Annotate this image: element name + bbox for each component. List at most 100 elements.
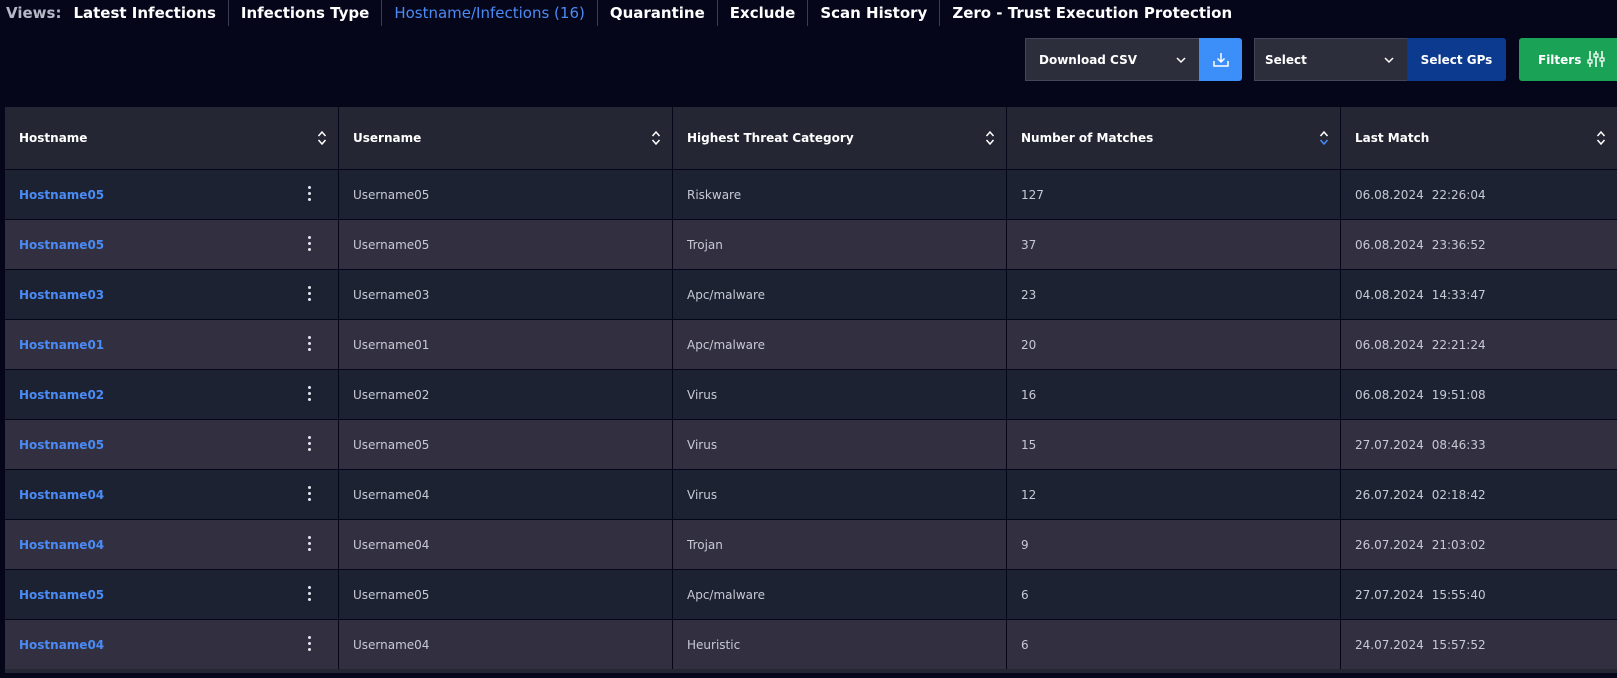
- hostname-link[interactable]: Hostname05: [19, 588, 104, 602]
- last-match-date: 26.07.2024: [1355, 537, 1424, 552]
- column-header-threat-category[interactable]: Highest Threat Category: [673, 107, 1007, 169]
- more-options-icon[interactable]: [308, 186, 312, 204]
- gp-select[interactable]: Select: [1254, 38, 1407, 81]
- download-csv-button[interactable]: [1199, 38, 1242, 81]
- hostname-cell: Hostname02: [5, 370, 339, 419]
- threat-category-text: Trojan: [687, 237, 723, 252]
- table-body: Hostname05 Username05 Riskware 127 06.08…: [5, 169, 1617, 669]
- tab-latest-infections[interactable]: Latest Infections: [73, 0, 227, 26]
- last-match-time: 15:55:40: [1431, 587, 1486, 602]
- column-header-hostname[interactable]: Hostname: [5, 107, 339, 169]
- download-icon: [1212, 52, 1229, 67]
- last-match-time: 02:18:42: [1431, 487, 1486, 502]
- table-footer-border: [5, 669, 1617, 673]
- username-text: Username04: [353, 537, 430, 552]
- table-header: Hostname Username Highest Threat Categor…: [5, 107, 1617, 169]
- column-label: Hostname: [19, 131, 88, 145]
- last-match-cell: 26.07.2024 21:03:02: [1341, 520, 1617, 569]
- hostname-link[interactable]: Hostname04: [19, 638, 104, 652]
- last-match-time: 22:26:04: [1431, 187, 1486, 202]
- username-text: Username04: [353, 637, 430, 652]
- table-row[interactable]: Hostname04 Username04 Trojan 9 26.07.202…: [5, 519, 1617, 569]
- tab-scan-history[interactable]: Scan History: [807, 0, 939, 26]
- tab-infections-type[interactable]: Infections Type: [227, 0, 381, 26]
- more-options-icon[interactable]: [308, 386, 312, 404]
- threat-category-cell: Trojan: [673, 220, 1007, 269]
- matches-cell: 127: [1007, 170, 1341, 219]
- sort-icon: [651, 130, 661, 146]
- more-options-icon[interactable]: [308, 436, 312, 454]
- username-text: Username01: [353, 337, 430, 352]
- username-text: Username05: [353, 187, 430, 202]
- select-gps-button[interactable]: Select GPs: [1407, 38, 1506, 81]
- hostname-link[interactable]: Hostname05: [19, 188, 104, 202]
- table-row[interactable]: Hostname05 Username05 Apc/malware 6 27.0…: [5, 569, 1617, 619]
- hostname-link[interactable]: Hostname01: [19, 338, 104, 352]
- hostname-cell: Hostname05: [5, 170, 339, 219]
- more-options-icon[interactable]: [308, 586, 312, 604]
- threat-category-text: Virus: [687, 437, 718, 452]
- hostname-cell: Hostname05: [5, 570, 339, 619]
- username-cell: Username05: [339, 170, 673, 219]
- threat-category-text: Virus: [687, 387, 718, 402]
- chevron-down-icon: [1384, 57, 1394, 64]
- sort-icon: [985, 130, 995, 146]
- username-cell: Username05: [339, 570, 673, 619]
- table-row[interactable]: Hostname03 Username03 Apc/malware 23 04.…: [5, 269, 1617, 319]
- more-options-icon[interactable]: [308, 236, 312, 254]
- column-label: Number of Matches: [1021, 131, 1154, 145]
- last-match-cell: 06.08.2024 19:51:08: [1341, 370, 1617, 419]
- column-header-number-of-matches[interactable]: Number of Matches: [1007, 107, 1341, 169]
- tab-quarantine[interactable]: Quarantine: [596, 0, 717, 26]
- last-match-date: 27.07.2024: [1355, 587, 1424, 602]
- more-options-icon[interactable]: [308, 536, 312, 554]
- more-options-icon[interactable]: [308, 336, 312, 354]
- matches-cell: 15: [1007, 420, 1341, 469]
- table-row[interactable]: Hostname02 Username02 Virus 16 06.08.202…: [5, 369, 1617, 419]
- last-match-date: 06.08.2024: [1355, 337, 1424, 352]
- table-row[interactable]: Hostname05 Username05 Riskware 127 06.08…: [5, 169, 1617, 219]
- more-options-icon[interactable]: [308, 486, 312, 504]
- hostname-link[interactable]: Hostname04: [19, 538, 104, 552]
- views-label: Views:: [6, 4, 62, 22]
- table-row[interactable]: Hostname01 Username01 Apc/malware 20 06.…: [5, 319, 1617, 369]
- sort-icon: [1596, 130, 1606, 146]
- table-row[interactable]: Hostname04 Username04 Virus 12 26.07.202…: [5, 469, 1617, 519]
- table-row[interactable]: Hostname05 Username05 Virus 15 27.07.202…: [5, 419, 1617, 469]
- threat-category-cell: Riskware: [673, 170, 1007, 219]
- hostname-cell: Hostname01: [5, 320, 339, 369]
- last-match-date: 06.08.2024: [1355, 387, 1424, 402]
- tab-zero-trust[interactable]: Zero - Trust Execution Protection: [939, 0, 1244, 26]
- last-match-date: 24.07.2024: [1355, 637, 1424, 652]
- table-row[interactable]: Hostname05 Username05 Trojan 37 06.08.20…: [5, 219, 1617, 269]
- username-text: Username05: [353, 237, 430, 252]
- column-header-last-match[interactable]: Last Match: [1341, 107, 1617, 169]
- threat-category-text: Apc/malware: [687, 287, 766, 302]
- hostname-link[interactable]: Hostname05: [19, 438, 104, 452]
- hostname-link[interactable]: Hostname04: [19, 488, 104, 502]
- column-header-username[interactable]: Username: [339, 107, 673, 169]
- hostname-link[interactable]: Hostname02: [19, 388, 104, 402]
- table-row[interactable]: Hostname04 Username04 Heuristic 6 24.07.…: [5, 619, 1617, 669]
- filters-button[interactable]: Filters: [1519, 38, 1617, 81]
- matches-cell: 23: [1007, 270, 1341, 319]
- infections-table: Hostname Username Highest Threat Categor…: [5, 107, 1617, 673]
- last-match-date: 06.08.2024: [1355, 237, 1424, 252]
- sort-icon: [317, 130, 327, 146]
- download-csv-select[interactable]: Download CSV: [1025, 38, 1199, 81]
- last-match-cell: 06.08.2024 22:26:04: [1341, 170, 1617, 219]
- matches-cell: 6: [1007, 620, 1341, 669]
- last-match-cell: 26.07.2024 02:18:42: [1341, 470, 1617, 519]
- username-text: Username02: [353, 387, 430, 402]
- hostname-cell: Hostname05: [5, 420, 339, 469]
- last-match-time: 23:36:52: [1431, 237, 1486, 252]
- more-options-icon[interactable]: [308, 286, 312, 304]
- more-options-icon[interactable]: [308, 636, 312, 654]
- tab-exclude[interactable]: Exclude: [716, 0, 808, 26]
- username-cell: Username05: [339, 220, 673, 269]
- hostname-cell: Hostname03: [5, 270, 339, 319]
- hostname-link[interactable]: Hostname03: [19, 288, 104, 302]
- threat-category-text: Virus: [687, 487, 718, 502]
- hostname-link[interactable]: Hostname05: [19, 238, 104, 252]
- tab-hostname-infections[interactable]: Hostname/Infections (16): [381, 0, 597, 26]
